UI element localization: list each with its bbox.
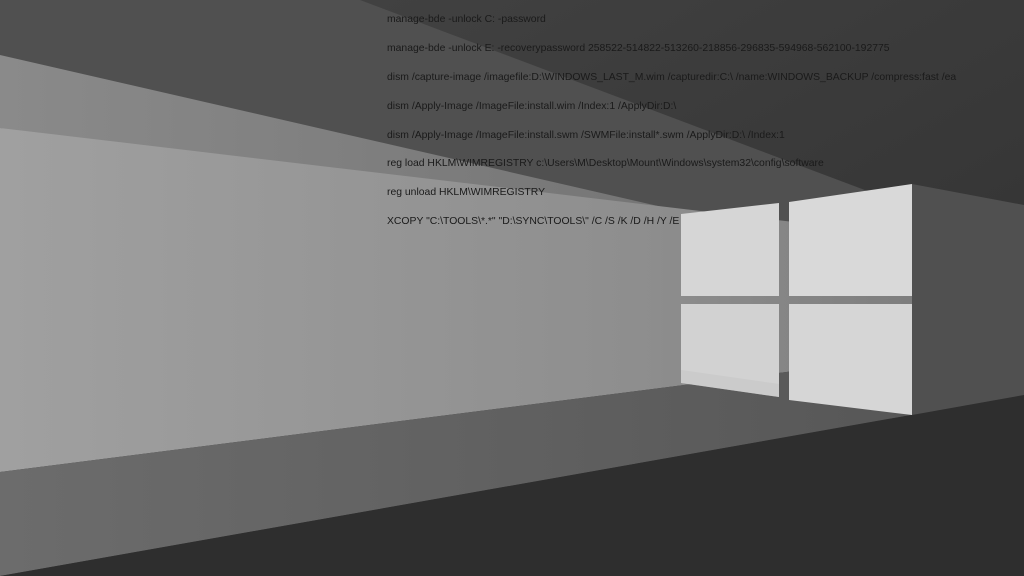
desktop[interactable]: manage-bde -unlock C: -password manage-b… [0,0,1024,576]
command-line: reg unload HKLM\WIMREGISTRY [387,187,546,199]
command-line: manage-bde -unlock C: -password [387,14,546,25]
command-line: manage-bde -unlock E: -recoverypassword … [387,42,890,54]
command-line: XCOPY "C:\TOOLS\*.*" "D:\SYNC\TOOLS\" /C… [387,216,680,228]
command-line: reg load HKLM\WIMREGISTRY c:\Users\M\Des… [387,158,824,170]
command-line: dism /Apply-Image /ImageFile:install.swm… [387,129,785,141]
command-line: dism /Apply-Image /ImageFile:install.wim… [387,100,677,112]
command-notes: manage-bde -unlock C: -password manage-b… [387,12,1017,243]
command-line: dism /capture-image /imagefile:D:\WINDOW… [387,71,957,83]
